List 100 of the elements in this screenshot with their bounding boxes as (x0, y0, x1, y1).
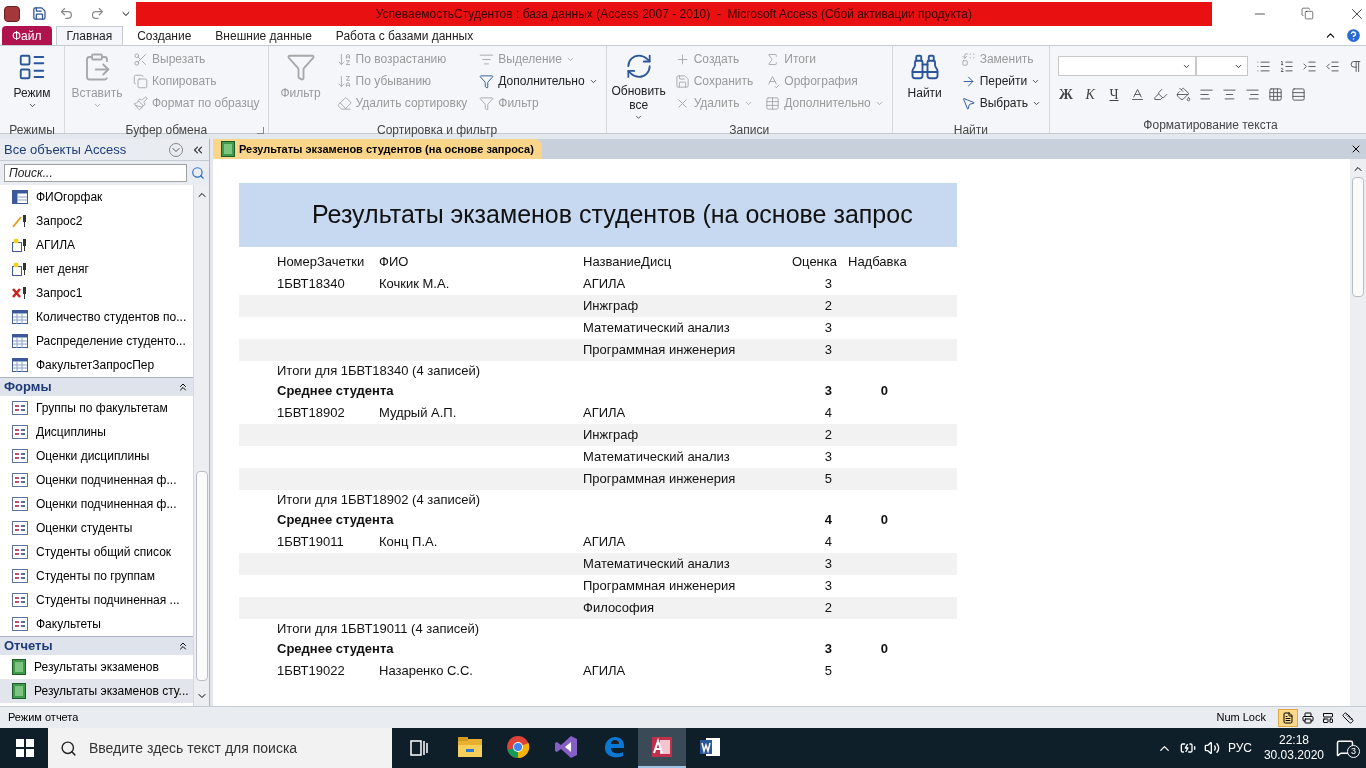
scrollbar[interactable] (1350, 159, 1366, 706)
taskbar-search-field[interactable]: Введите здесь текст для поиска (48, 728, 392, 768)
clock[interactable]: 22:18 30.03.2020 (1263, 733, 1324, 763)
language-indicator[interactable]: РУС (1227, 739, 1252, 757)
table-cell: 1БВТ18902 (277, 405, 345, 421)
volume-icon[interactable] (1203, 740, 1220, 756)
table-cell: АГИЛА (583, 663, 626, 679)
outdent-icon[interactable] (1325, 58, 1341, 74)
format-button[interactable]: Ч (1106, 84, 1123, 105)
numbering-icon[interactable] (1279, 58, 1295, 74)
average-label: Среднее студента (277, 641, 394, 657)
group-label: Режимы (9, 122, 55, 139)
ribbon-button[interactable]: Обновить все (610, 48, 667, 122)
ribbon-tab[interactable]: Создание (127, 26, 202, 45)
form-icon (12, 401, 28, 415)
ribbon-tab[interactable]: Файл (2, 26, 52, 45)
nav-item[interactable]: Факультеты (0, 612, 193, 636)
ribbon-tab[interactable]: Внешние данные (205, 26, 322, 45)
nav-item[interactable]: Оценки подчиненная ф... (0, 492, 193, 516)
view-button[interactable] (1278, 708, 1298, 727)
ribbon-button[interactable]: Перейти (956, 70, 1046, 92)
section-header[interactable]: Формы (0, 377, 193, 396)
table-icon (765, 95, 781, 111)
font-color-icon[interactable] (1130, 87, 1146, 102)
gridlines-icon[interactable] (1268, 87, 1284, 102)
align-center-icon[interactable] (1222, 87, 1238, 102)
task-view-icon[interactable] (410, 740, 428, 756)
ribbon-tab[interactable]: Работа с базами данных (325, 26, 484, 45)
table-cell: Математический анализ (583, 320, 730, 336)
nav-item[interactable]: Запрос1 (0, 281, 193, 305)
nav-item[interactable]: Результаты экзаменов сту... (0, 679, 193, 703)
nav-item[interactable]: АГИЛА (0, 233, 193, 257)
table-cell: Программная инженерия (583, 578, 736, 594)
bullets-icon[interactable] (1256, 58, 1272, 74)
caret-icon (634, 113, 644, 122)
nav-item[interactable]: ФИОгорфак (0, 185, 193, 209)
table-cell-text: 2 (824, 297, 832, 316)
nav-item[interactable]: Результаты экзаменов (0, 655, 193, 679)
nav-item[interactable]: нет деняг (0, 257, 193, 281)
table-cell-text: 3 (824, 275, 832, 294)
rows-icon[interactable] (1291, 87, 1307, 102)
report-icon (221, 141, 235, 157)
table-cell-text: 3 (824, 577, 832, 596)
nav-item[interactable]: Студенты общий список (0, 540, 193, 564)
align-right-icon[interactable] (1245, 87, 1261, 102)
table-cell-text: 4 (824, 533, 832, 552)
scissors-icon (133, 51, 148, 67)
table-cell-text: 5 (824, 662, 832, 681)
notification-icon[interactable] (1336, 739, 1354, 757)
search-field[interactable]: Поиск... (4, 164, 187, 182)
arrow-right-icon (960, 73, 976, 89)
table-cell: Математический анализ (583, 556, 730, 572)
table-cell: Программная инженерия (583, 342, 736, 358)
table-cell: Математический анализ (583, 449, 730, 465)
battery-icon[interactable] (1179, 740, 1196, 756)
column-header: НомерЗачетки (277, 253, 366, 272)
scrollbar[interactable] (193, 185, 209, 706)
ribbon-button[interactable]: Найти (896, 48, 953, 122)
restore-icon[interactable] (1301, 7, 1315, 20)
nav-item[interactable]: Дисциплины (0, 420, 193, 444)
close-icon[interactable] (1350, 143, 1362, 155)
section-header[interactable]: Отчеты (0, 636, 193, 655)
format-button[interactable]: Ж (1058, 84, 1075, 105)
chrome-icon (506, 735, 530, 759)
undo-icon[interactable] (58, 6, 74, 21)
nav-item[interactable]: Распределение студенто... (0, 329, 193, 353)
table-cell-text: 4 (824, 404, 832, 423)
nav-item[interactable]: Студенты по группам (0, 564, 193, 588)
nav-item[interactable]: Запрос2 (0, 209, 193, 233)
ribbon-button[interactable]: Выбрать (956, 92, 1046, 114)
table-cell: АГИЛА (583, 534, 626, 550)
format-button[interactable]: К (1082, 84, 1099, 105)
windows-logo-icon[interactable] (16, 739, 34, 757)
indent-icon[interactable] (1302, 58, 1318, 74)
nav-item[interactable]: Студенты подчиненная ... (0, 588, 193, 612)
ribbon-button[interactable]: Режим (4, 48, 60, 122)
scroll-thumb[interactable] (1352, 177, 1364, 297)
nav-item[interactable]: Количество студентов по... (0, 305, 193, 329)
group-label: Сортировка и фильтр (377, 122, 498, 139)
taskbar-app[interactable] (638, 728, 686, 768)
redo-icon[interactable] (89, 6, 105, 21)
form-icon (12, 449, 28, 463)
nav-item[interactable]: Оценки подчиненная ф... (0, 468, 193, 492)
nav-item[interactable]: Группы по факультетам (0, 396, 193, 420)
search-icon[interactable] (191, 166, 205, 180)
table-cell-text: 3 (824, 341, 832, 360)
help-icon[interactable] (1345, 27, 1362, 44)
scroll-thumb[interactable] (195, 471, 208, 681)
pilcrow-icon[interactable] (1348, 58, 1364, 74)
nav-item[interactable]: Оценки студенты (0, 516, 193, 540)
paint-bucket-icon[interactable] (1176, 87, 1192, 102)
save-icon[interactable] (31, 6, 47, 21)
ribbon-tab[interactable]: Главная (55, 26, 124, 45)
launcher-icon[interactable] (256, 126, 264, 134)
ribbon-button[interactable]: Дополнительно (475, 70, 602, 92)
nav-item[interactable]: ФакультетЗапросПер (0, 353, 193, 377)
nav-item[interactable]: Оценки дисциплины (0, 444, 193, 468)
document-tab[interactable]: Результаты экзаменов студентов (на основе запроса) (213, 139, 542, 159)
align-left-icon[interactable] (1199, 87, 1215, 102)
highlighter-icon[interactable] (1153, 87, 1169, 102)
